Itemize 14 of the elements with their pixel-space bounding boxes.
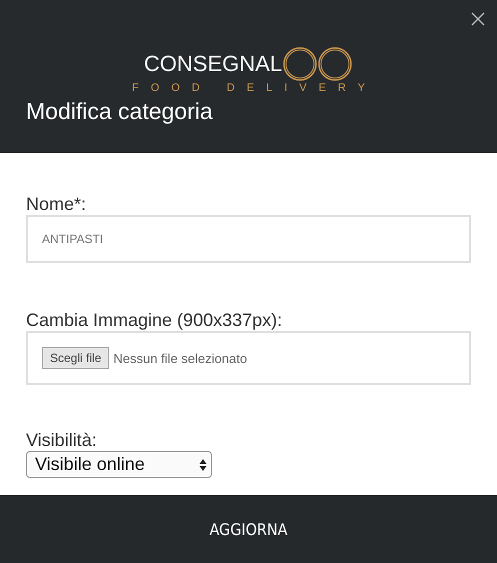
logo-text: CONSEGNAL bbox=[144, 53, 282, 75]
modal-title: Modifica categoria bbox=[26, 98, 213, 125]
logo-tagline: FOOD DELIVERY bbox=[132, 83, 378, 94]
update-button[interactable]: AGGIORNA bbox=[201, 516, 296, 542]
rings-icon bbox=[283, 46, 354, 82]
visibility-select[interactable]: Visibile online bbox=[26, 451, 212, 478]
field-label: Cambia Immagine (900x337px): bbox=[26, 309, 284, 331]
field-label: Visibilità: bbox=[26, 429, 98, 451]
field-label: Nome*: bbox=[26, 193, 88, 215]
choose-file-button[interactable]: Scegli file bbox=[42, 347, 110, 369]
updown-arrows-icon bbox=[199, 458, 207, 472]
name-field[interactable]: ANTIPASTI bbox=[26, 215, 471, 263]
file-status: Nessun file selezionato bbox=[113, 350, 248, 366]
close-icon[interactable] bbox=[471, 12, 485, 26]
